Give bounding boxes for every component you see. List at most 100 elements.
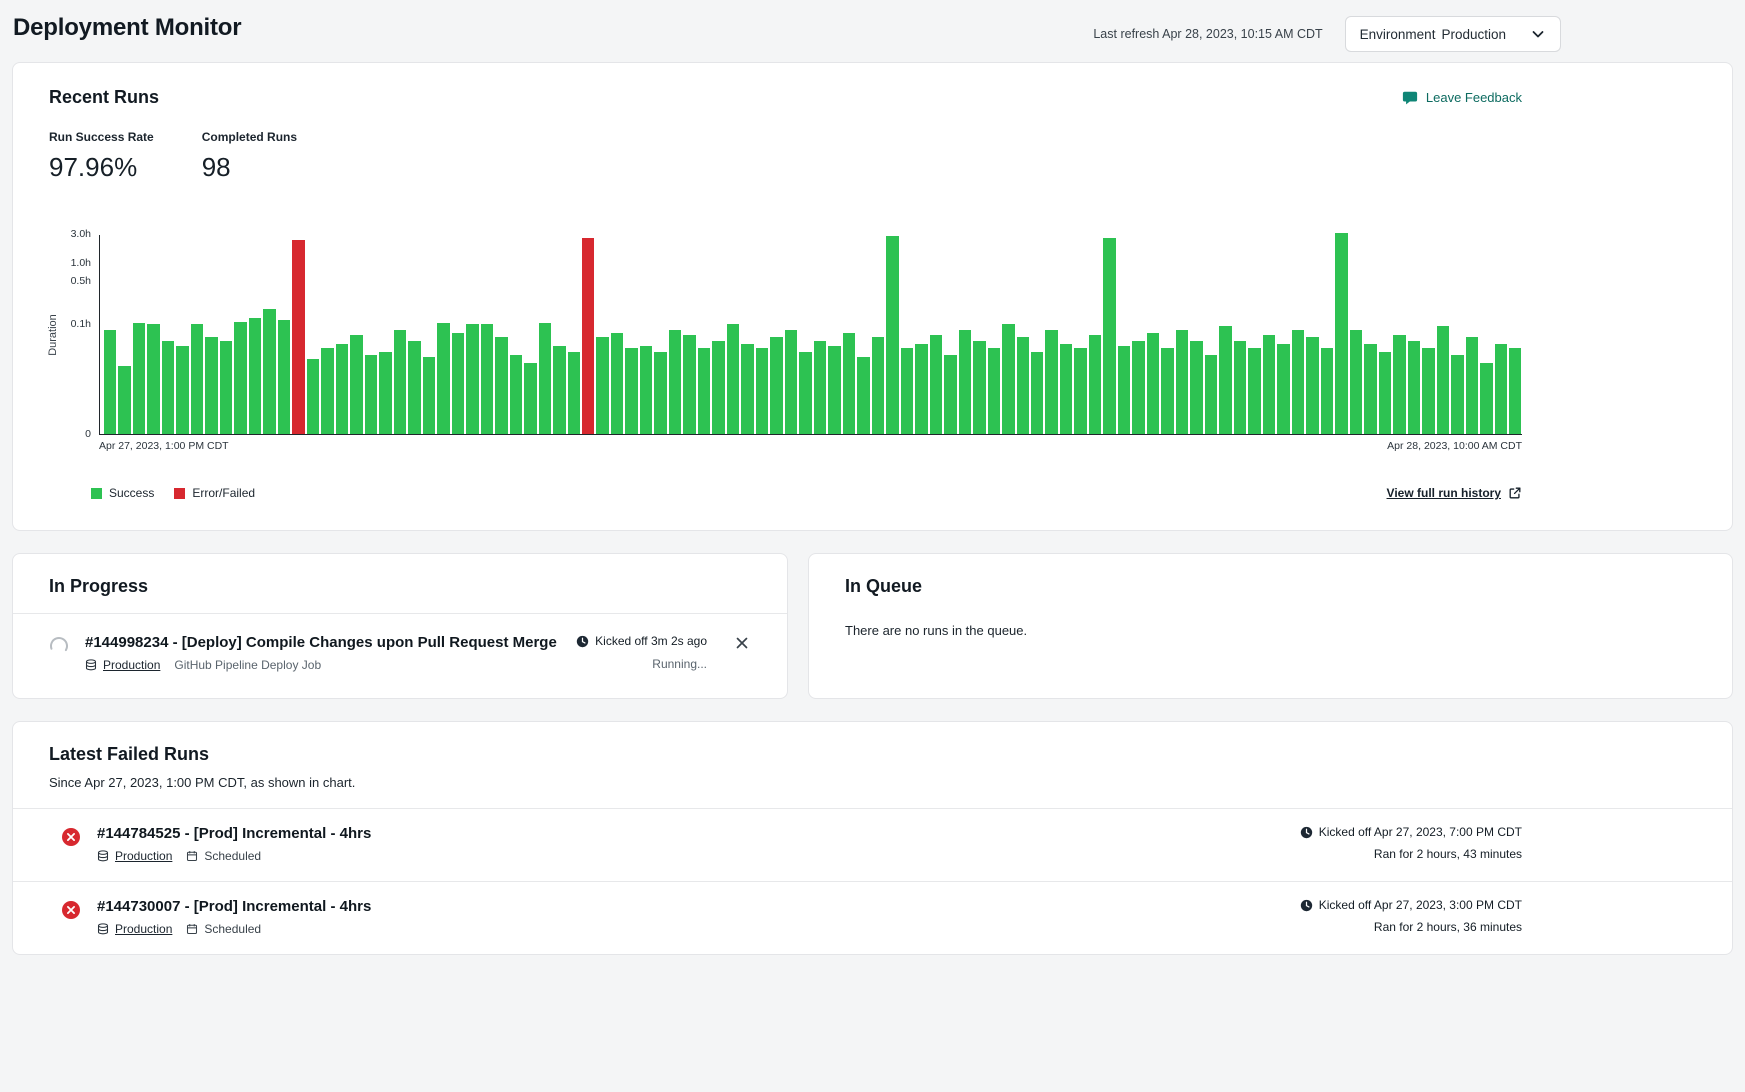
chart-bar-success[interactable] (104, 330, 116, 435)
chart-bar-success[interactable] (234, 322, 246, 434)
chart-bar-success[interactable] (1408, 341, 1420, 435)
chart-bar-success[interactable] (1306, 337, 1318, 434)
chart-bar-success[interactable] (1292, 330, 1304, 435)
chart-bar-success[interactable] (1089, 335, 1101, 434)
chart-bar-success[interactable] (539, 323, 551, 434)
chart-bar-success[interactable] (350, 335, 362, 434)
chart-bar-success[interactable] (307, 359, 319, 434)
chart-bar-success[interactable] (336, 344, 348, 434)
view-full-run-history-link[interactable]: View full run history (1387, 486, 1522, 500)
chart-bar-success[interactable] (596, 337, 608, 434)
run-title[interactable]: #144784525 - [Prod] Incremental - 4hrs (97, 825, 371, 842)
chart-bar-success[interactable] (1350, 330, 1362, 435)
chart-bar-error[interactable] (292, 240, 304, 434)
chart-bar-success[interactable] (1451, 355, 1463, 434)
chart-bar-success[interactable] (785, 330, 797, 435)
chart-bar-success[interactable] (379, 352, 391, 435)
chart-bar-success[interactable] (1176, 330, 1188, 435)
environment-link[interactable]: Production (115, 922, 172, 936)
chart-bar-success[interactable] (857, 357, 869, 434)
chart-bar-success[interactable] (249, 318, 261, 434)
chart-bar-success[interactable] (611, 333, 623, 434)
chart-bar-success[interactable] (365, 355, 377, 434)
chart-bar-success[interactable] (1393, 335, 1405, 434)
chart-bar-success[interactable] (843, 333, 855, 434)
chart-bar-success[interactable] (944, 355, 956, 434)
chart-bar-success[interactable] (872, 337, 884, 434)
chart-bar-success[interactable] (1132, 341, 1144, 435)
chart-bar-success[interactable] (1364, 344, 1376, 434)
chart-bar-success[interactable] (524, 363, 536, 435)
chart-bar-success[interactable] (437, 323, 449, 434)
chart-bar-success[interactable] (886, 236, 898, 434)
chart-bar-success[interactable] (394, 330, 406, 435)
chart-bar-success[interactable] (321, 348, 333, 434)
chart-bar-error[interactable] (582, 238, 594, 434)
chart-bar-success[interactable] (1277, 344, 1289, 434)
chart-bar-success[interactable] (568, 352, 580, 435)
environment-dropdown[interactable]: Environment Production (1345, 16, 1561, 52)
chart-bar-success[interactable] (1017, 337, 1029, 434)
chart-bar-success[interactable] (1379, 352, 1391, 435)
chart-bar-success[interactable] (1263, 335, 1275, 434)
leave-feedback-link[interactable]: Leave Feedback (1402, 90, 1522, 106)
chart-bar-success[interactable] (1509, 348, 1521, 434)
close-icon[interactable] (733, 634, 751, 652)
chart-bar-success[interactable] (1147, 333, 1159, 434)
environment-link[interactable]: Production (103, 658, 160, 672)
chart-bar-success[interactable] (1495, 344, 1507, 434)
run-title[interactable]: #144998234 - [Deploy] Compile Changes up… (85, 634, 557, 651)
chart-bar-success[interactable] (770, 337, 782, 434)
chart-bar-success[interactable] (220, 341, 232, 435)
chart-bar-success[interactable] (1248, 348, 1260, 434)
chart-bar-success[interactable] (915, 344, 927, 434)
chart-bar-success[interactable] (1002, 324, 1014, 434)
chart-bar-success[interactable] (756, 348, 768, 434)
chart-bar-success[interactable] (162, 341, 174, 435)
chart-bar-success[interactable] (1437, 326, 1449, 434)
chart-bar-success[interactable] (466, 324, 478, 434)
chart-bar-success[interactable] (278, 320, 290, 434)
chart-bar-success[interactable] (625, 348, 637, 434)
environment-link[interactable]: Production (115, 849, 172, 863)
chart-bar-success[interactable] (118, 366, 130, 434)
chart-bar-success[interactable] (205, 337, 217, 434)
chart-bar-success[interactable] (1031, 352, 1043, 435)
chart-bar-success[interactable] (799, 352, 811, 435)
chart-bar-success[interactable] (930, 335, 942, 434)
chart-bar-success[interactable] (988, 348, 1000, 434)
chart-bar-success[interactable] (481, 324, 493, 435)
chart-bar-success[interactable] (408, 341, 420, 435)
chart-bar-success[interactable] (959, 330, 971, 435)
chart-bar-success[interactable] (1321, 348, 1333, 434)
chart-bar-success[interactable] (698, 348, 710, 434)
chart-bar-success[interactable] (741, 344, 753, 434)
chart-bar-success[interactable] (147, 324, 159, 434)
chart-bar-success[interactable] (654, 352, 666, 435)
chart-bar-success[interactable] (712, 341, 724, 435)
chart-bar-success[interactable] (452, 333, 464, 434)
chart-bar-success[interactable] (1161, 348, 1173, 434)
chart-bar-success[interactable] (814, 341, 826, 435)
chart-bar-success[interactable] (1480, 363, 1492, 435)
chart-bar-success[interactable] (1234, 341, 1246, 435)
chart-bar-success[interactable] (1219, 326, 1231, 434)
chart-bar-success[interactable] (727, 324, 739, 434)
chart-bar-success[interactable] (176, 346, 188, 434)
chart-bar-success[interactable] (640, 346, 652, 434)
chart-bar-success[interactable] (1205, 355, 1217, 434)
chart-bar-success[interactable] (1190, 341, 1202, 435)
chart-bar-success[interactable] (1422, 348, 1434, 434)
chart-bar-success[interactable] (901, 348, 913, 434)
chart-bar-success[interactable] (553, 346, 565, 434)
chart-bar-success[interactable] (423, 357, 435, 434)
chart-bar-success[interactable] (1103, 238, 1115, 434)
chart-bar-success[interactable] (973, 341, 985, 435)
chart-bar-success[interactable] (510, 355, 522, 434)
chart-bar-success[interactable] (1118, 346, 1130, 434)
chart-bar-success[interactable] (133, 323, 145, 434)
chart-bar-success[interactable] (1045, 330, 1057, 435)
run-title[interactable]: #144730007 - [Prod] Incremental - 4hrs (97, 898, 371, 915)
chart-bar-success[interactable] (669, 330, 681, 435)
chart-bar-success[interactable] (495, 337, 507, 434)
